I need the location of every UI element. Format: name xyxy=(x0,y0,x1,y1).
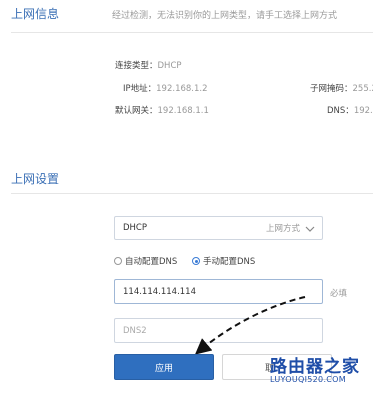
annotation-arrow-icon xyxy=(194,296,306,355)
apply-button[interactable]: 应用 xyxy=(114,354,214,380)
watermark-url: LUYOUQI520.COM xyxy=(270,375,346,384)
watermark-brand: 路由器之家 xyxy=(270,357,360,377)
